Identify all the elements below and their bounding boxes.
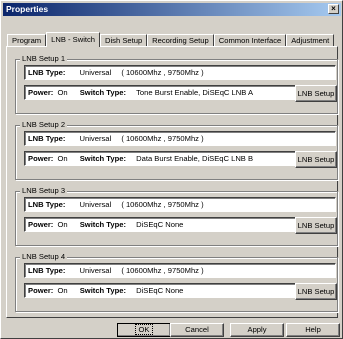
lnb-type-field: LNB Type: Universal ( 10600Mhz , 9750Mhz… [24, 197, 336, 212]
lnb-setup-button-2[interactable]: LNB Setup [295, 151, 337, 168]
power-value: On [57, 154, 68, 163]
close-button[interactable]: × [328, 4, 339, 14]
lnb-type-field: LNB Type: Universal ( 10600Mhz , 9750Mhz… [24, 65, 336, 80]
lnb-type-value: Universal [79, 68, 112, 77]
group-label: LNB Setup 3 [20, 186, 68, 195]
switch-type-value: DiSEqC None [136, 286, 184, 295]
power-switch-field: Power: On Switch Type: DiSEqC None [24, 283, 302, 298]
close-icon: × [331, 4, 336, 13]
lnb-type-field: LNB Type: Universal ( 10600Mhz , 9750Mhz… [24, 131, 336, 146]
lnb-type-label: LNB Type: [28, 68, 66, 77]
power-value: On [57, 88, 68, 97]
cancel-button[interactable]: Cancel [170, 323, 224, 337]
group-label: LNB Setup 4 [20, 252, 68, 261]
lnb-type-field: LNB Type: Universal ( 10600Mhz , 9750Mhz… [24, 263, 336, 278]
lnb-setup-group-1: LNB Setup 1 LNB Type: Universal ( 10600M… [15, 54, 338, 114]
power-value: On [57, 220, 68, 229]
power-label: Power: [28, 220, 54, 229]
lnb-type-label: LNB Type: [28, 134, 66, 143]
lnb-setup-group-4: LNB Setup 4 LNB Type: Universal ( 10600M… [15, 252, 338, 312]
lnb-frequency-value: ( 10600Mhz , 9750Mhz ) [121, 134, 204, 143]
lnb-type-label: LNB Type: [28, 266, 66, 275]
lnb-type-label: LNB Type: [28, 200, 66, 209]
switch-type-label: Switch Type: [79, 88, 126, 97]
switch-type-value: DiSEqC None [136, 220, 184, 229]
lnb-frequency-value: ( 10600Mhz , 9750Mhz ) [121, 200, 204, 209]
title-bar[interactable]: Properties × [3, 3, 341, 16]
power-label: Power: [28, 88, 54, 97]
lnb-type-value: Universal [79, 200, 112, 209]
lnb-setup-group-2: LNB Setup 2 LNB Type: Universal ( 10600M… [15, 120, 338, 180]
group-label: LNB Setup 1 [20, 54, 68, 63]
tab-panel-lnb-switch: LNB Setup 1 LNB Type: Universal ( 10600M… [6, 46, 338, 318]
lnb-setup-button-4[interactable]: LNB Setup [295, 283, 337, 300]
group-label: LNB Setup 2 [20, 120, 68, 129]
power-switch-field: Power: On Switch Type: Tone Burst Enable… [24, 85, 302, 100]
lnb-frequency-value: ( 10600Mhz , 9750Mhz ) [121, 266, 204, 275]
window-title: Properties [6, 4, 49, 14]
properties-window: Properties × Program LNB - Switch Dish S… [0, 0, 343, 339]
power-switch-field: Power: On Switch Type: Data Burst Enable… [24, 151, 302, 166]
power-switch-field: Power: On Switch Type: DiSEqC None [24, 217, 302, 232]
power-label: Power: [28, 154, 54, 163]
lnb-type-value: Universal [79, 134, 112, 143]
lnb-setup-group-3: LNB Setup 3 LNB Type: Universal ( 10600M… [15, 186, 338, 246]
switch-type-label: Switch Type: [79, 220, 126, 229]
tab-strip: Program LNB - Switch Dish Setup Recordin… [7, 31, 335, 47]
lnb-frequency-value: ( 10600Mhz , 9750Mhz ) [121, 68, 204, 77]
power-value: On [57, 286, 68, 295]
lnb-type-value: Universal [79, 266, 112, 275]
switch-type-value: Tone Burst Enable, DiSEqC LNB A [136, 88, 254, 97]
power-label: Power: [28, 286, 54, 295]
switch-type-label: Switch Type: [79, 154, 126, 163]
apply-button[interactable]: Apply [230, 323, 284, 337]
switch-type-value: Data Burst Enable, DiSEqC LNB B [136, 154, 254, 163]
lnb-setup-button-1[interactable]: LNB Setup [295, 85, 337, 102]
switch-type-label: Switch Type: [79, 286, 126, 295]
tab-lnb-switch[interactable]: LNB - Switch [46, 32, 101, 47]
ok-button-label: OK [134, 324, 154, 335]
lnb-setup-button-3[interactable]: LNB Setup [295, 217, 337, 234]
ok-button[interactable]: OK [117, 323, 171, 337]
help-button[interactable]: Help [286, 323, 340, 337]
